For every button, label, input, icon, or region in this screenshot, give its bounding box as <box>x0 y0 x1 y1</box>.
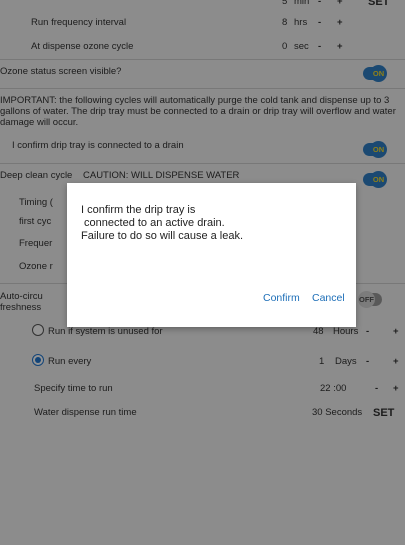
confirm-button[interactable]: Confirm <box>263 292 300 304</box>
confirm-drain-dialog: I confirm the drip tray is connected to … <box>67 183 356 327</box>
dialog-message-line: Failure to do so will cause a leak. <box>81 230 244 242</box>
dialog-message: I confirm the drip tray is connected to … <box>81 204 243 243</box>
cancel-button[interactable]: Cancel <box>312 292 345 304</box>
dialog-message-line: I confirm the drip tray is <box>81 204 196 216</box>
dialog-message-line: connected to an active drain. <box>81 217 225 229</box>
